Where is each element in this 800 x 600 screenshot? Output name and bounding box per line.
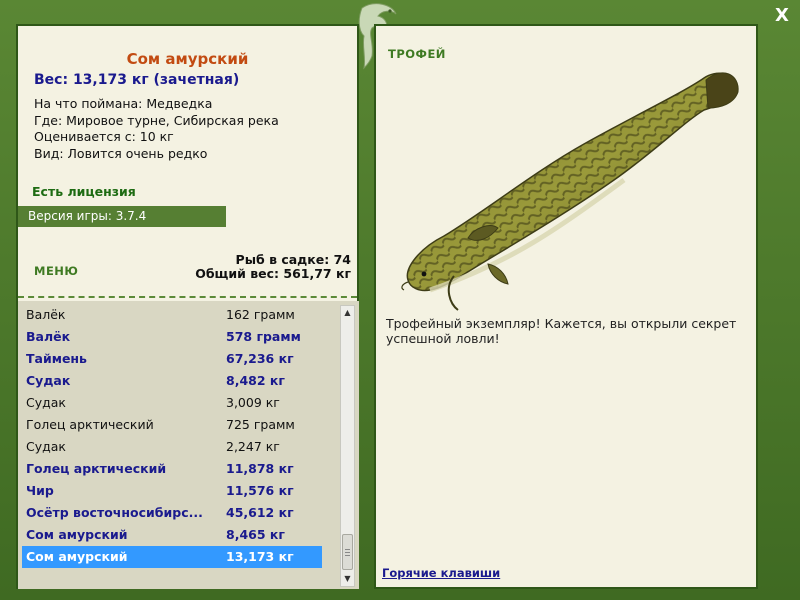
fish-title: Сом амурский [126,50,249,68]
place-line: Где: Мировое турне, Сибирская река [34,112,279,128]
list-item-name: Судак [26,373,71,388]
list-item[interactable]: Валёк 162 грамм [22,304,322,326]
catch-list: Валёк 162 грамм Валёк 578 грамм Таймень 67,… [18,301,359,589]
grip-line [345,552,350,553]
list-item-name: Сом амурский [26,549,128,564]
version-bar: Версия игры: 3.7.4 [18,206,226,227]
list-item-weight: 45,612 кг [226,505,294,520]
license-status: Есть лицензия [32,184,136,199]
list-item[interactable]: Осётр восточносибирс... 45,612 кг [22,502,322,524]
scroll-down-icon[interactable]: ▼ [341,572,354,586]
list-item[interactable]: Судак 8,482 кг [22,370,322,392]
list-item-name: Таймень [26,351,87,366]
list-item-name: Сом амурский [26,527,128,542]
list-item-weight: 8,465 кг [226,527,285,542]
fish-count: Рыб в садке: 74 [235,252,351,267]
list-item[interactable]: Сом амурский 8,465 кг [22,524,322,546]
list-item[interactable]: Судак 3,009 кг [22,392,322,414]
list-item-weight: 725 грамм [226,417,295,432]
hotkeys-link[interactable]: Горячие клавиши [382,566,500,580]
list-item-weight: 11,878 кг [226,461,294,476]
list-item-weight: 2,247 кг [226,439,280,454]
scroll-thumb[interactable] [342,534,353,570]
list-item-weight: 8,482 кг [226,373,285,388]
bait-line: На что поймана: Медведка [34,96,213,111]
divider [18,296,357,298]
list-item-weight: 67,236 кг [226,351,294,366]
list-item-name: Судак [26,395,66,410]
scroll-up-icon[interactable]: ▲ [341,306,354,320]
trophy-panel: ТРОФЕЙ Трофейный экземпляр! Кажется, вы … [374,24,758,589]
list-item-weight: 162 грамм [226,307,295,322]
fish-info: На что поймана: Медведка Где: Мировое ту… [34,96,279,162]
list-item-name: Голец арктический [26,417,154,432]
fish-weight: Вес: 13,173 кг (зачетная) [34,72,240,88]
list-item-selected[interactable]: Сом амурский 13,173 кг [22,546,322,568]
net-stats: Рыб в садке: 74 Общий вес: 561,77 кг [195,253,351,281]
list-item-name: Чир [26,483,54,498]
grip-line [345,549,350,550]
list-item-name: Осётр восточносибирс... [26,505,203,520]
list-item-name: Валёк [26,307,66,322]
type-line: Вид: Ловится очень редко [34,145,208,161]
list-scrollbar[interactable]: ▲ ▼ [340,305,355,587]
list-item[interactable]: Голец арктический 725 грамм [22,414,322,436]
menu-button[interactable]: МЕНЮ [34,264,78,278]
list-item[interactable]: Чир 11,576 кг [22,480,322,502]
grip-line [345,555,350,556]
list-item[interactable]: Таймень 67,236 кг [22,348,322,370]
list-item-weight: 3,009 кг [226,395,280,410]
list-item-weight: 11,576 кг [226,483,294,498]
list-item-name: Голец арктический [26,461,167,476]
list-item[interactable]: Валёк 578 грамм [22,326,322,348]
list-item-name: Судак [26,439,66,454]
close-button[interactable]: X [771,5,793,27]
rated-line: Оценивается с: 10 кг [34,129,174,144]
list-item[interactable]: Судак 2,247 кг [22,436,322,458]
list-item-weight: 13,173 кг [226,549,294,564]
list-item-name: Валёк [26,329,71,344]
trophy-description: Трофейный экземпляр! Кажется, вы открыли… [386,316,737,346]
list-item[interactable]: Голец арктический 11,878 кг [22,458,322,480]
catch-details-panel: Сом амурский Вес: 13,173 кг (зачетная) Н… [16,24,359,589]
list-item-weight: 578 грамм [226,329,301,344]
catfish-image [401,72,739,311]
total-weight: Общий вес: 561,77 кг [195,266,351,281]
